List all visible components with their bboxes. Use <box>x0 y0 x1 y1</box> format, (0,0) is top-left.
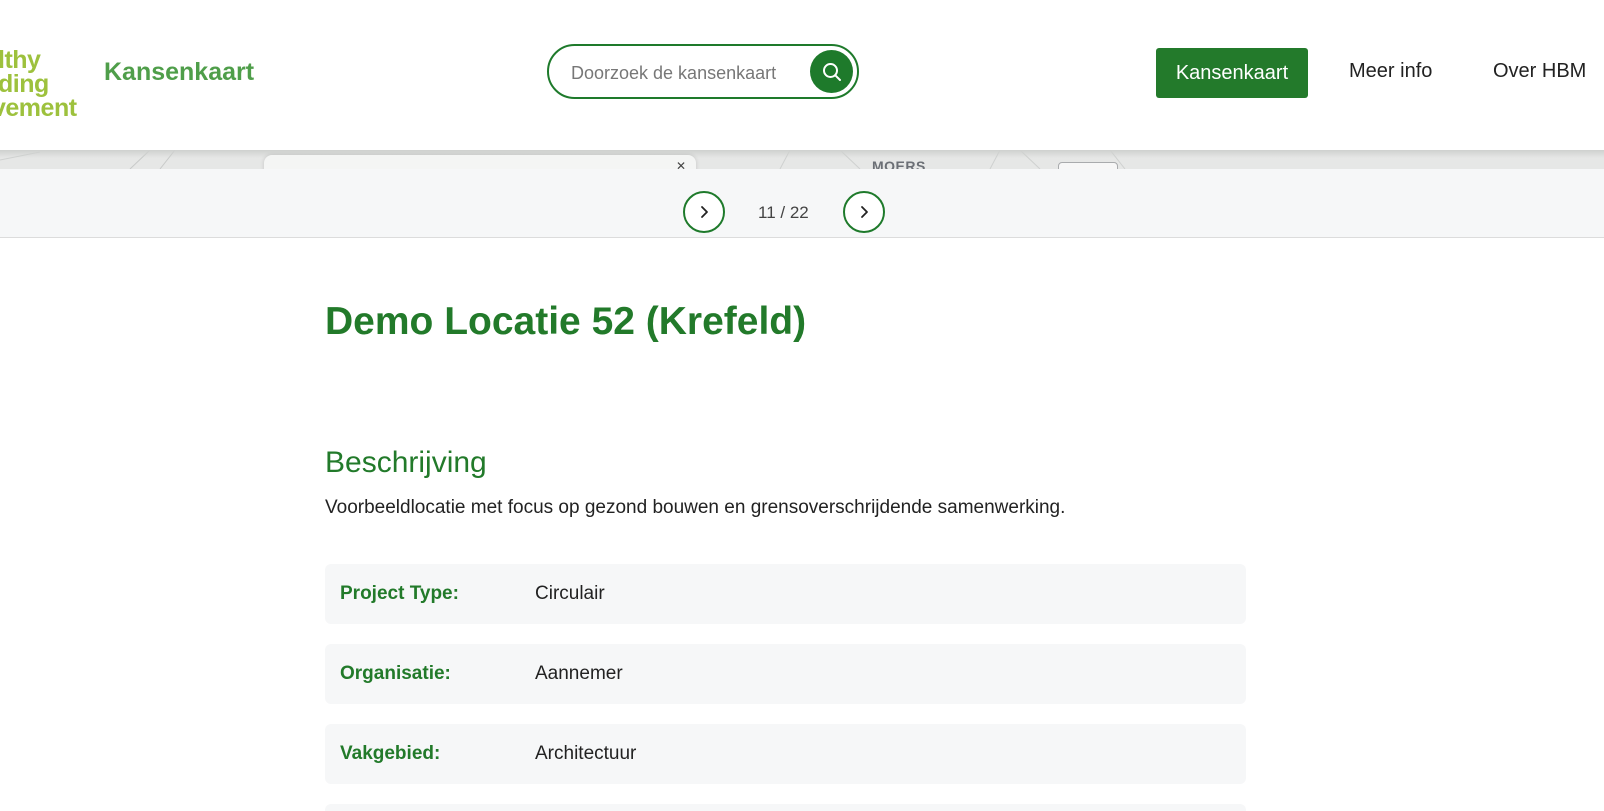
pager-count: 11 / 22 <box>758 203 809 222</box>
map-place-label: MOERS <box>872 158 926 169</box>
logo-text-line-1: lthy <box>0 48 41 74</box>
search-bar <box>547 44 859 99</box>
info-value: Circulair <box>535 583 605 604</box>
location-pager: 11 / 22 <box>0 169 1604 238</box>
header-shadow <box>0 150 1604 158</box>
nav-item-kansenkaart[interactable]: Kansenkaart <box>1156 48 1308 98</box>
site-header: lthy ding vement Kansenkaart Kansenkaart… <box>0 0 1604 150</box>
close-icon[interactable]: ✕ <box>676 159 686 169</box>
logo-text-line-3: vement <box>0 94 77 121</box>
info-value: Architectuur <box>535 743 637 764</box>
nav-item-over-hbm[interactable]: Over HBM <box>1493 60 1586 83</box>
next-location-button[interactable] <box>843 191 885 233</box>
search-input[interactable] <box>569 58 803 88</box>
info-row-vakgebied: Vakgebied: Architectuur <box>325 724 1246 784</box>
logo[interactable]: lthy ding vement <box>0 48 88 120</box>
page-title: Demo Locatie 52 (Krefeld) <box>325 300 807 343</box>
info-row-project-type: Project Type: Circulair <box>325 564 1246 624</box>
info-label: Project Type: <box>340 583 459 604</box>
search-button[interactable] <box>810 50 853 93</box>
previous-location-button[interactable] <box>683 191 725 233</box>
info-label: Vakgebied: <box>340 743 441 764</box>
section-title-beschrijving: Beschrijving <box>325 446 487 479</box>
chevron-right-icon <box>861 206 868 218</box>
info-row-next <box>325 804 1246 811</box>
map-control[interactable] <box>1058 162 1118 169</box>
description-text: Voorbeeldlocatie met focus op gezond bou… <box>325 497 1066 518</box>
map-view[interactable]: ✕ MOERS <box>0 150 1604 169</box>
map-search-panel[interactable] <box>264 155 696 169</box>
search-icon <box>822 62 841 81</box>
info-label: Organisatie: <box>340 663 451 684</box>
chevron-right-icon <box>701 206 708 218</box>
info-value: Aannemer <box>535 663 623 684</box>
info-row-organisatie: Organisatie: Aannemer <box>325 644 1246 704</box>
logo-text-line-2: ding <box>0 70 49 98</box>
brand-title[interactable]: Kansenkaart <box>104 58 254 87</box>
nav-item-meer-info[interactable]: Meer info <box>1349 60 1432 83</box>
